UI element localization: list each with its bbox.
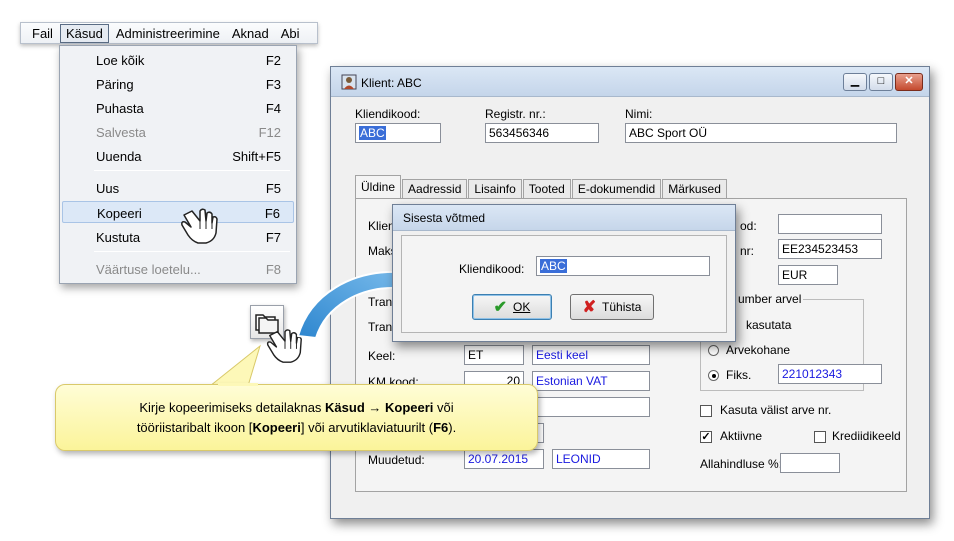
- ok-button[interactable]: ✔ OK: [472, 294, 552, 320]
- right-kood-label: od:: [740, 219, 757, 233]
- instruction-callout: Kirje kopeerimiseks detailaknas Käsud → …: [55, 384, 538, 451]
- km-name-field[interactable]: Estonian VAT: [532, 371, 650, 391]
- chk-kasuta-valist-arve-label: Kasuta välist arve nr.: [720, 403, 832, 417]
- menu-bar: Fail Käsud Administreerimine Aknad Abi: [20, 22, 318, 44]
- menu-fail[interactable]: Fail: [27, 25, 58, 42]
- checkmark-icon: ✓: [701, 431, 711, 443]
- kliendikood-label: Kliendikood:: [355, 107, 421, 121]
- callout-line-2: tööriistaribalt ikoon [Kopeeri] või arvu…: [136, 420, 457, 435]
- minimize-icon: ▁: [850, 75, 860, 87]
- menu-item-salvesta[interactable]: Salvesta F12: [62, 121, 294, 143]
- keel-label: Keel:: [368, 349, 396, 363]
- callout-pointer: [208, 344, 261, 387]
- callout-pointer-joint: [218, 383, 258, 386]
- maximize-icon: □: [877, 75, 885, 87]
- hand-cursor-icon: [181, 208, 218, 244]
- muudetud-date-field[interactable]: 20.07.2015: [464, 449, 544, 469]
- cross-icon: ✘: [582, 299, 597, 316]
- chk-krediidikeeld-label: Krediidikeeld: [832, 429, 901, 443]
- kasud-dropdown-menu: Loe kõik F2 Päring F3 Puhasta F4 Salvest…: [59, 45, 297, 284]
- dialog-kliendikood-field[interactable]: ABC: [536, 256, 710, 276]
- chk-aktiivne-label: Aktiivne: [720, 429, 763, 443]
- menu-item-uuenda[interactable]: Uuenda Shift+F5: [62, 145, 294, 167]
- tab-lisainfo[interactable]: Lisainfo: [468, 179, 522, 199]
- menu-abi[interactable]: Abi: [276, 25, 305, 42]
- extra-name-field[interactable]: [532, 397, 650, 417]
- muudetud-label: Muudetud:: [368, 453, 425, 467]
- menu-item-uus[interactable]: Uus F5: [62, 177, 294, 199]
- radio-arvekohane-label: Arvekohane: [726, 343, 791, 357]
- nimi-label: Nimi:: [625, 107, 653, 121]
- client-app-icon: [341, 74, 357, 90]
- menu-item-loe-koik[interactable]: Loe kõik F2: [62, 49, 294, 71]
- tab-tooted[interactable]: Tooted: [522, 179, 571, 199]
- currency-field[interactable]: EUR: [778, 265, 838, 285]
- tab-strip: Üldine Aadressid Lisainfo Tooted E-dokum…: [355, 175, 728, 199]
- tab-markused[interactable]: Märkused: [662, 179, 727, 199]
- radio-arvekohane[interactable]: [708, 345, 719, 356]
- menu-separator: [94, 170, 290, 171]
- right-nr-label: nr:: [740, 244, 755, 258]
- nimi-field[interactable]: ABC Sport OÜ: [625, 123, 897, 143]
- tab-e-dokumendid[interactable]: E-dokumendid: [571, 179, 662, 199]
- keel-name-field[interactable]: Eesti keel: [532, 345, 650, 365]
- menu-aknad[interactable]: Aknad: [227, 25, 274, 42]
- keel-code-field[interactable]: ET: [464, 345, 524, 365]
- menu-kasud[interactable]: Käsud: [59, 23, 109, 43]
- registr-nr-field[interactable]: 563456346: [485, 123, 599, 143]
- menu-item-puhasta[interactable]: Puhasta F4: [62, 97, 294, 119]
- chk-krediidikeeld[interactable]: [814, 431, 826, 443]
- dialog-title: Sisesta võtmed: [393, 205, 735, 231]
- radio-kasutata-label: kasutata: [746, 318, 792, 332]
- client-window-titlebar: Klient: ABC ▁ □ ✕: [331, 67, 929, 97]
- client-window-title: Klient: ABC: [361, 76, 422, 90]
- tab-aadressid[interactable]: Aadressid: [402, 179, 468, 199]
- allahindlus-field[interactable]: [780, 453, 840, 473]
- dialog-kliendikood-label: Kliendikood:: [459, 262, 525, 276]
- close-button[interactable]: ✕: [895, 73, 923, 91]
- tab-uldine[interactable]: Üldine: [355, 175, 402, 199]
- menu-administreerimine[interactable]: Administreerimine: [111, 25, 225, 42]
- chk-kasuta-valist-arve[interactable]: [700, 405, 712, 417]
- fiks-number-field[interactable]: 221012343: [778, 364, 882, 384]
- radio-fiks-label: Fiks.: [726, 368, 752, 382]
- muudetud-user-field[interactable]: LEONID: [552, 449, 650, 469]
- radio-fiks[interactable]: [708, 370, 719, 381]
- chk-aktiivne[interactable]: ✓: [700, 431, 712, 443]
- dialog-body: Kliendikood: ABC ✔ OK ✘ Tühista: [401, 235, 727, 333]
- maximize-button[interactable]: □: [869, 73, 893, 91]
- callout-line-1: Kirje kopeerimiseks detailaknas Käsud → …: [139, 400, 454, 415]
- km-nr-field[interactable]: EE234523453: [778, 239, 882, 259]
- sisesta-votmed-dialog: Sisesta võtmed Kliendikood: ABC ✔ OK ✘ T…: [392, 204, 736, 342]
- cancel-button[interactable]: ✘ Tühista: [570, 294, 654, 320]
- menu-item-paring[interactable]: Päring F3: [62, 73, 294, 95]
- menu-separator: [94, 251, 290, 252]
- minimize-button[interactable]: ▁: [843, 73, 867, 91]
- registr-nr-label: Registr. nr.:: [485, 107, 546, 121]
- kliendikood-field[interactable]: ABC: [355, 123, 441, 143]
- close-icon: ✕: [904, 75, 914, 87]
- allahindlus-label: Allahindluse %:: [700, 457, 783, 471]
- arve-number-group-title: umber arvel: [736, 292, 804, 306]
- checkmark-icon: ✔: [493, 299, 508, 316]
- right-kood-field[interactable]: [778, 214, 882, 234]
- menu-item-vaartuse-loetelu[interactable]: Väärtuse loetelu... F8: [62, 258, 294, 280]
